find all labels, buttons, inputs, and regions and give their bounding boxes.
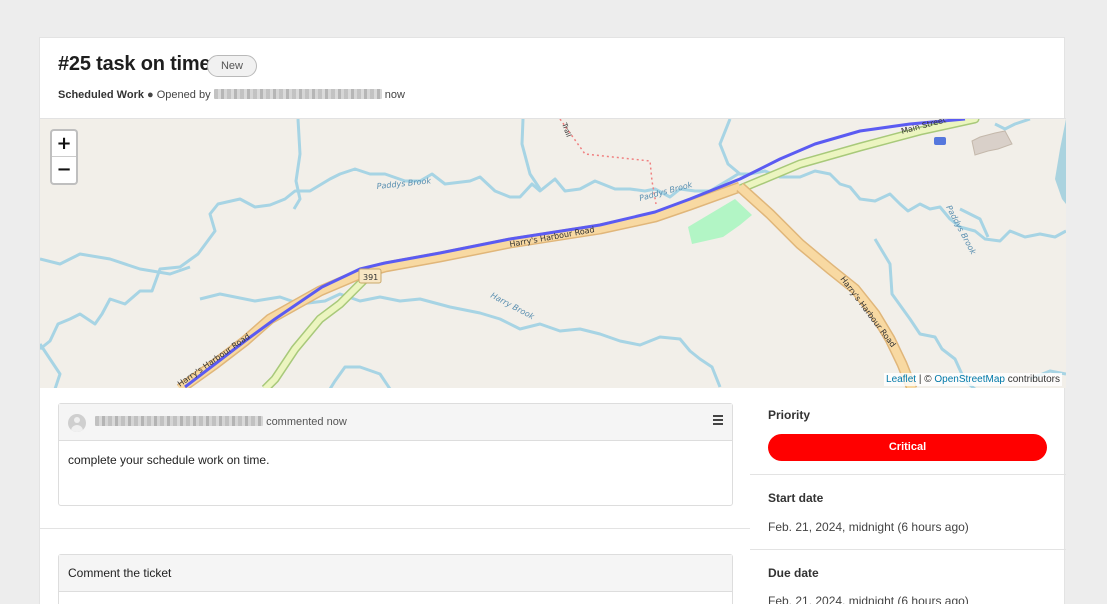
leaflet-link[interactable]: Leaflet: [886, 374, 916, 385]
opened-by-label: ● Opened by: [147, 89, 211, 101]
comment-header: commented now: [59, 404, 732, 441]
start-date-label: Start date: [768, 491, 824, 505]
zoom-in-button[interactable]: +: [52, 131, 76, 157]
attribution-separator: | ©: [916, 374, 935, 385]
comment-form-title: Comment the ticket: [59, 555, 732, 592]
start-date-value: Feb. 21, 2024, midnight (6 hours ago): [768, 520, 969, 534]
due-date-label: Due date: [768, 566, 819, 580]
opened-time: now: [384, 89, 405, 101]
due-date-value: Feb. 21, 2024, midnight (6 hours ago): [768, 594, 969, 604]
comment-form-card: Comment the ticket: [58, 554, 733, 604]
map-view[interactable]: Harry's Harbour Road Harry's Harbour Roa…: [40, 118, 1066, 388]
comment-body: complete your schedule work on time.: [68, 453, 270, 467]
avatar: [68, 414, 86, 432]
ticket-sidebar: Priority Critical Start date Feb. 21, 20…: [750, 388, 1066, 604]
priority-label: Priority: [768, 408, 811, 422]
comment-action: commented now: [266, 416, 347, 428]
ticket-card: #25 task on time New Scheduled Work ● Op…: [39, 37, 1066, 604]
map-label-route-391: 391: [363, 273, 378, 282]
map-attribution: Leaflet | © OpenStreetMap contributors: [884, 373, 1062, 386]
map-tiles: Harry's Harbour Road Harry's Harbour Roa…: [40, 119, 1066, 388]
zoom-control: + −: [50, 129, 78, 185]
hamburger-icon[interactable]: [713, 415, 723, 425]
page-title: #25 task on time: [58, 53, 211, 75]
section-divider: [40, 528, 750, 529]
comment-meta: commented now: [95, 416, 347, 428]
priority-section: Priority Critical: [750, 388, 1066, 475]
openstreetmap-link[interactable]: OpenStreetMap: [934, 374, 1005, 385]
status-badge: New: [207, 55, 257, 77]
ticket-category: Scheduled Work: [58, 89, 144, 101]
start-date-section: Start date Feb. 21, 2024, midnight (6 ho…: [750, 475, 1066, 550]
ticket-header: #25 task on time New Scheduled Work ● Op…: [40, 38, 1066, 118]
ticket-subline: Scheduled Work ● Opened by now: [58, 89, 405, 101]
priority-pill[interactable]: Critical: [768, 434, 1047, 461]
attribution-contributors: contributors: [1004, 374, 1060, 385]
due-date-section: Due date Feb. 21, 2024, midnight (6 hour…: [750, 550, 1066, 604]
zoom-out-button[interactable]: −: [52, 157, 76, 183]
map-label-harrys-harbour-road-3: Harry's Harbour Road: [176, 332, 252, 388]
redacted-author: [213, 89, 382, 99]
map-label-paddys-brook: Paddys Brook: [376, 176, 432, 191]
map-label-harrys-harbour-road-2: Harry's Harbour Road: [838, 275, 897, 349]
redacted-commenter: [95, 416, 263, 426]
comment-card: commented now complete your schedule wor…: [58, 403, 733, 506]
map-label-trail: Trail: [560, 121, 573, 138]
